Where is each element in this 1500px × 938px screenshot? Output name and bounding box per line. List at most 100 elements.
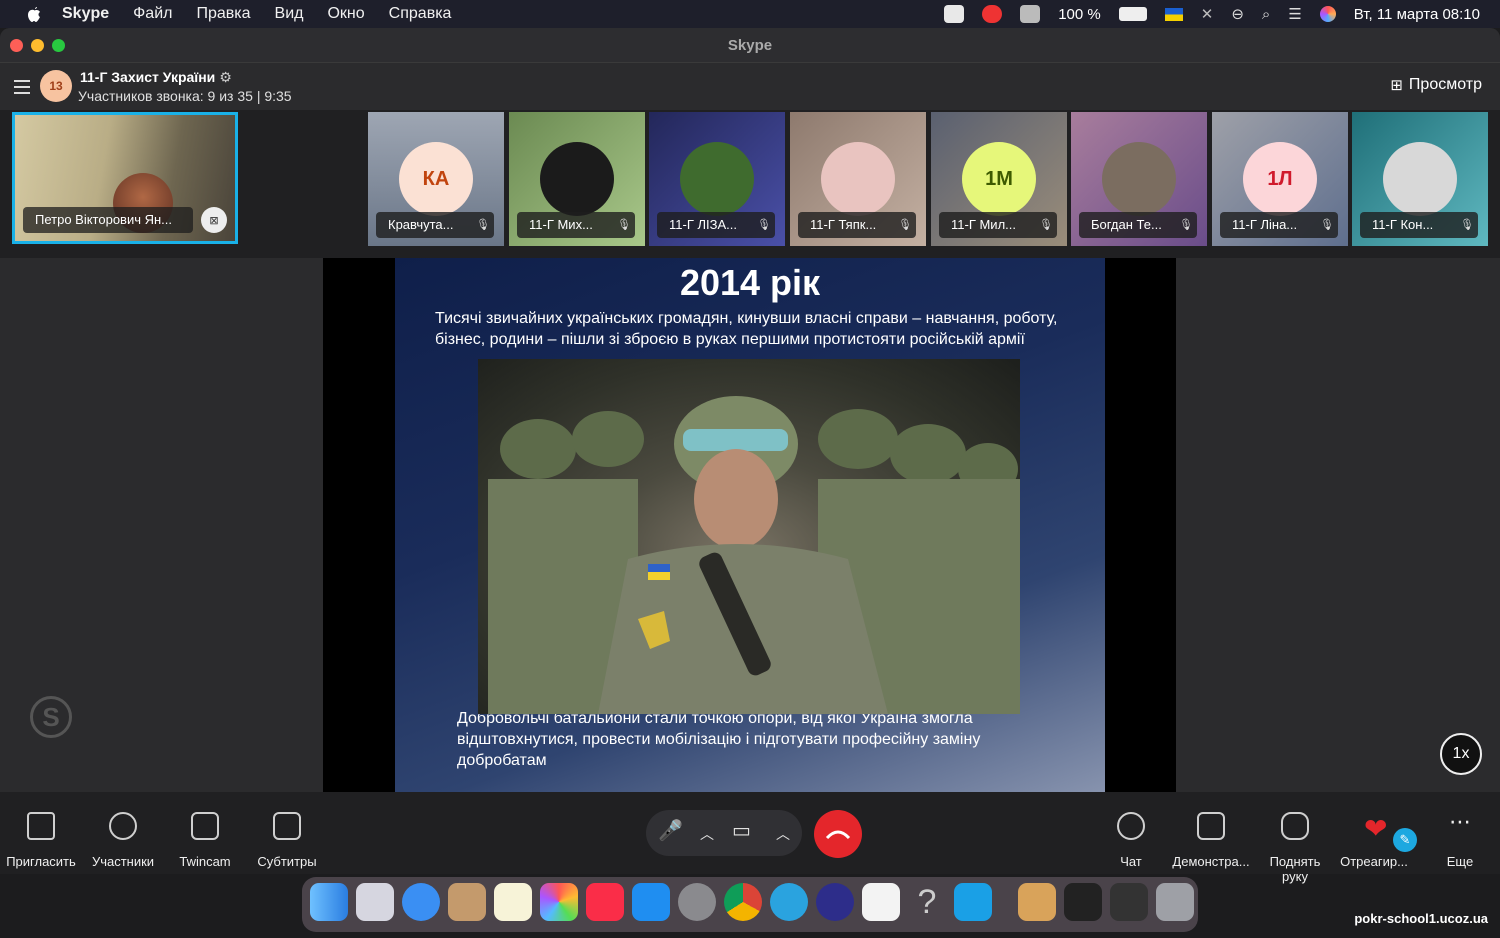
- group-avatar[interactable]: 13: [40, 70, 72, 102]
- system-settings-icon[interactable]: [678, 883, 716, 921]
- more-dots-icon: ⋯: [1449, 809, 1471, 834]
- pen-icon[interactable]: ✎: [1393, 828, 1417, 852]
- launchpad-icon[interactable]: [356, 883, 394, 921]
- app-store-icon[interactable]: [632, 883, 670, 921]
- mic-options-chevron-icon[interactable]: ︿: [700, 824, 714, 844]
- camera-off-icon[interactable]: ▭: [732, 818, 751, 843]
- telegram-icon[interactable]: [770, 883, 808, 921]
- invite-button[interactable]: Пригласить: [6, 800, 76, 869]
- share-up-icon: [27, 812, 55, 840]
- participant-avatar: [821, 142, 895, 216]
- participant-avatar: 1Л: [1243, 142, 1317, 216]
- heart-icon[interactable]: ❤: [1364, 812, 1387, 845]
- clock[interactable]: Вт, 11 марта 08:10: [1354, 6, 1480, 23]
- participant-tile[interactable]: Богдан Те... 🎙: [1071, 112, 1207, 246]
- participant-tile[interactable]: 1Л 11-Г Ліна... 🎙: [1212, 112, 1348, 246]
- more-label: Еще: [1446, 854, 1474, 869]
- screenshot-icon[interactable]: [1064, 883, 1102, 921]
- minimize-self-icon[interactable]: ⊠: [201, 207, 227, 233]
- media-controls: 🎤 ︿ ▭ ︿: [646, 810, 802, 856]
- participant-tile[interactable]: 11-Г Кон... 🎙: [1352, 112, 1488, 246]
- share-screen-button[interactable]: Демонстра...: [1170, 800, 1252, 869]
- participant-avatar: [1383, 142, 1457, 216]
- check-icon[interactable]: [944, 5, 965, 23]
- participant-avatar: 1М: [962, 142, 1036, 216]
- grid-icon: ⊞: [1390, 77, 1403, 94]
- apple-icon[interactable]: [24, 4, 44, 24]
- chat-label: Чат: [1120, 854, 1142, 869]
- search-icon[interactable]: ⌕: [1262, 6, 1270, 23]
- slide-paragraph-2: Добровольчі батальйони стали точкою опор…: [457, 710, 981, 769]
- finder-icon[interactable]: [310, 883, 348, 921]
- muted-mic-icon: 🎙: [1320, 219, 1334, 231]
- trash-icon[interactable]: [1156, 883, 1194, 921]
- archive-icon[interactable]: [1018, 883, 1056, 921]
- view-button[interactable]: ⊞ Просмотр: [1390, 76, 1482, 94]
- window-title: Skype: [727, 36, 773, 54]
- participant-tile[interactable]: 11-Г Тяпк... 🎙: [790, 112, 926, 246]
- messenger-icon[interactable]: [982, 5, 1003, 23]
- speed-button[interactable]: 1x: [1440, 733, 1482, 775]
- ukraine-flag-icon[interactable]: [1164, 7, 1183, 21]
- participant-tile[interactable]: 1М 11-Г Мил... 🎙: [931, 112, 1067, 246]
- menu-window[interactable]: Окно: [327, 5, 364, 23]
- screen-share-icon: [1197, 812, 1225, 840]
- battery-label: 100 %: [1058, 5, 1101, 23]
- settings-icon[interactable]: ⚙: [219, 69, 232, 85]
- raise-hand-button[interactable]: Поднять руку: [1255, 800, 1335, 884]
- safari-icon[interactable]: [402, 883, 440, 921]
- menu-view[interactable]: Вид: [275, 5, 304, 23]
- installer-icon[interactable]: [862, 883, 900, 921]
- twincam-button[interactable]: Twincam: [172, 800, 238, 869]
- music-icon[interactable]: [586, 883, 624, 921]
- skype-dock-icon[interactable]: [954, 883, 992, 921]
- participant-tile[interactable]: 11-Г ЛІЗА... 🎙: [649, 112, 785, 246]
- hand-icon: [1281, 812, 1309, 840]
- people-icon: [109, 812, 137, 840]
- menu-file[interactable]: Файл: [133, 5, 172, 23]
- notes-icon[interactable]: [494, 883, 532, 921]
- closed-captions-icon: [273, 812, 301, 840]
- bluetooth-icon[interactable]: ✕: [1201, 5, 1214, 23]
- game-icon[interactable]: [816, 883, 854, 921]
- soldiers-photo: [478, 359, 1020, 714]
- slide-paragraph-1: Тисячі звичайних українських громадян, к…: [435, 310, 1058, 348]
- link-icon[interactable]: ⊖: [1231, 5, 1244, 23]
- raise-hand-label: Поднять руку: [1269, 854, 1321, 884]
- view-label: Просмотр: [1408, 76, 1482, 93]
- chat-button[interactable]: Чат: [1110, 800, 1152, 869]
- siri-icon[interactable]: [1319, 6, 1336, 22]
- menu-app[interactable]: Skype: [62, 5, 109, 23]
- participant-tile[interactable]: 11-Г Мих... 🎙: [509, 112, 645, 246]
- skype-watermark-icon: S: [30, 696, 72, 738]
- subtitles-button[interactable]: Субтитры: [254, 800, 320, 869]
- muted-mic-icon: 🎙: [617, 219, 631, 231]
- self-name: Петро Вікторович Ян...: [23, 207, 193, 233]
- participant-tile[interactable]: КА Кравчута... 🎙: [368, 112, 504, 246]
- chrome-icon[interactable]: [724, 883, 762, 921]
- camera-options-chevron-icon[interactable]: ︿: [776, 824, 790, 844]
- document-icon[interactable]: [1110, 883, 1148, 921]
- dock: ?: [302, 877, 1198, 932]
- more-button[interactable]: ⋯ Еще: [1440, 800, 1480, 870]
- muted-mic-icon: 🎙: [1460, 219, 1474, 231]
- mic-muted-icon[interactable]: 🎤: [658, 818, 683, 843]
- photos-icon[interactable]: [540, 883, 578, 921]
- battery-icon[interactable]: [1118, 7, 1147, 21]
- contacts-icon[interactable]: [448, 883, 486, 921]
- react-label: Отреагир...: [1340, 854, 1408, 869]
- muted-mic-icon: 🎙: [898, 219, 912, 231]
- twincam-icon: [191, 812, 219, 840]
- menu-icon[interactable]: [14, 80, 30, 98]
- end-call-button[interactable]: [814, 810, 862, 858]
- participants-button[interactable]: Участники: [88, 800, 158, 869]
- title-bar: Skype: [0, 28, 1500, 63]
- printer-icon[interactable]: [1020, 5, 1041, 23]
- menu-help[interactable]: Справка: [389, 5, 452, 23]
- control-center-icon[interactable]: ☰: [1288, 5, 1301, 23]
- group-name[interactable]: 11-Г Захист України ⚙: [80, 69, 232, 86]
- menu-edit[interactable]: Правка: [196, 5, 250, 23]
- help-question-icon[interactable]: ?: [908, 883, 946, 921]
- site-watermark: pokr-school1.ucoz.ua: [1354, 911, 1488, 926]
- self-video-tile[interactable]: Петро Вікторович Ян... ⊠: [12, 112, 238, 244]
